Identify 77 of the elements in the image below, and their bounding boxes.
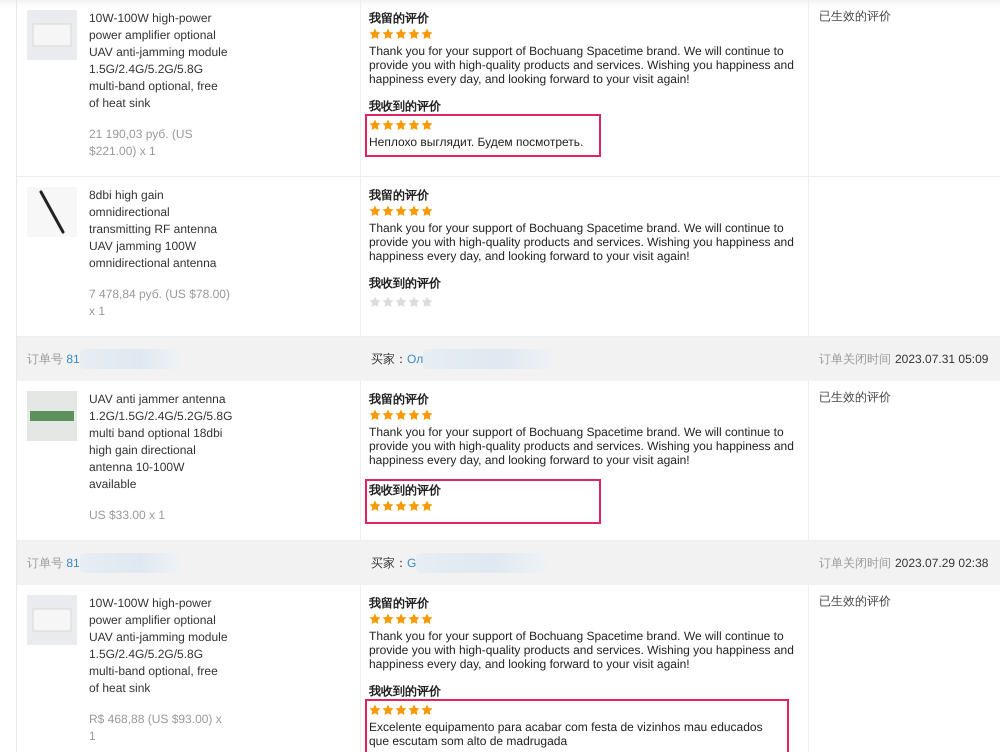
close-time-label: 订单关闭时间 bbox=[819, 350, 891, 368]
product-name[interactable]: 8dbi high gain omnidirectional transmitting RF antenna UAV jamming 100W omnidirectional antenna bbox=[89, 187, 231, 272]
star-icon bbox=[408, 500, 420, 512]
star-icon bbox=[408, 296, 420, 308]
star-icon bbox=[408, 613, 420, 625]
star-icon bbox=[382, 28, 394, 40]
star-icon bbox=[382, 296, 394, 308]
star-icon bbox=[382, 613, 394, 625]
product-photo bbox=[27, 187, 77, 237]
product-price: 21 190,03 руб. (US $221.00) x 1 bbox=[89, 126, 194, 160]
review-text: Thank you for your support of Bochuang Spacetime brand. We will continue to provide you with high-quality products and services. Wishing you happiness and happiness every day, and looking forward to your visit again! bbox=[369, 44, 795, 86]
close-time-label: 订单关闭时间 bbox=[819, 554, 891, 572]
star-icon bbox=[421, 205, 433, 217]
product-photo bbox=[27, 391, 77, 441]
product-photo bbox=[27, 10, 77, 60]
star-icon bbox=[408, 409, 420, 421]
product-name[interactable]: 10W-100W high-power power amplifier optional UAV anti-jamming module 1.5G/2.4G/5.2G/5.8G multi-band optional, free of heat sink bbox=[89, 10, 231, 112]
star-icon bbox=[395, 28, 407, 40]
section-title: 我收到的评价 bbox=[369, 683, 442, 699]
star-icon bbox=[395, 500, 407, 512]
review-text: Thank you for your support of Bochuang Spacetime brand. We will continue to provide you with high-quality products and services. Wishing you happiness and happiness every day, and looking forward to your visit again! bbox=[369, 221, 795, 263]
buyer-label: 买家： bbox=[371, 554, 407, 572]
product-name[interactable]: 10W-100W high-power power amplifier optional UAV anti-jamming module 1.5G/2.4G/5.2G/5.8G multi-band optional, free of heat sink bbox=[89, 595, 231, 697]
product-name[interactable]: UAV anti jammer antenna 1.2G/1.5G/2.4G/5.2G/5.8G multi band optional 18dbi high gain directional antenna 10-100W available bbox=[89, 391, 231, 493]
star-icon bbox=[369, 704, 381, 716]
close-time: 2023.07.29 02:38 bbox=[895, 556, 988, 570]
product-price: R$ 468,88 (US $93.00) x 1 bbox=[89, 711, 223, 745]
star-icon bbox=[421, 119, 433, 131]
star-icon bbox=[382, 409, 394, 421]
star-icon bbox=[421, 409, 433, 421]
section-title: 我收到的评价 bbox=[369, 482, 442, 498]
star-icon bbox=[369, 500, 381, 512]
star-icon bbox=[369, 613, 381, 625]
section-title: 我留的评价 bbox=[369, 595, 430, 611]
section-title: 我留的评价 bbox=[369, 187, 430, 203]
section-title: 我留的评价 bbox=[369, 10, 430, 26]
star-icon bbox=[421, 296, 433, 308]
star-icon bbox=[408, 28, 420, 40]
star-icon bbox=[395, 296, 407, 308]
star-icon bbox=[369, 296, 381, 308]
star-icon bbox=[382, 119, 394, 131]
star-icon bbox=[395, 409, 407, 421]
star-icon bbox=[369, 119, 381, 131]
close-time: 2023.07.31 05:09 bbox=[895, 352, 988, 366]
star-icon bbox=[408, 704, 420, 716]
star-icon bbox=[382, 500, 394, 512]
star-icon bbox=[395, 613, 407, 625]
section-title: 我收到的评价 bbox=[369, 275, 442, 291]
star-icon bbox=[408, 119, 420, 131]
section-title: 我收到的评价 bbox=[369, 98, 442, 114]
review-text: Thank you for your support of Bochuang Spacetime brand. We will continue to provide you with high-quality products and services. Wishing you happiness and happiness every day, and looking forward to your visit again! bbox=[369, 629, 795, 671]
review-status: 已生效的评价 bbox=[819, 390, 891, 404]
star-icon bbox=[382, 704, 394, 716]
buyer-label: 买家： bbox=[371, 350, 407, 368]
star-icon bbox=[421, 28, 433, 40]
product-photo bbox=[27, 595, 77, 645]
review-text: Неплохо выглядит. Будем посмотреть. bbox=[369, 135, 584, 149]
star-icon bbox=[421, 500, 433, 512]
review-text: Excelente equipamento para acabar com festa de vizinhos mau educados que escutam som alto de madrugada bbox=[369, 720, 764, 748]
order-number-label: 订单号 bbox=[27, 350, 63, 368]
review-status: 已生效的评价 bbox=[819, 9, 891, 23]
star-icon bbox=[382, 205, 394, 217]
section-title: 我留的评价 bbox=[369, 391, 430, 407]
star-icon bbox=[369, 205, 381, 217]
review-status: 已生效的评价 bbox=[819, 594, 891, 608]
star-icon bbox=[421, 613, 433, 625]
star-icon bbox=[369, 28, 381, 40]
product-price: US $33.00 x 1 bbox=[89, 507, 166, 524]
star-icon bbox=[395, 119, 407, 131]
star-icon bbox=[369, 409, 381, 421]
star-icon bbox=[408, 205, 420, 217]
star-icon bbox=[395, 205, 407, 217]
star-icon bbox=[395, 704, 407, 716]
star-icon bbox=[421, 704, 433, 716]
product-price: 7 478,84 руб. (US $78.00) x 1 bbox=[89, 286, 231, 320]
order-number-label: 订单号 bbox=[27, 554, 63, 572]
review-text: Thank you for your support of Bochuang Spacetime brand. We will continue to provide you with high-quality products and services. Wishing you happiness and happiness every day, and looking forward to your visit again! bbox=[369, 425, 795, 467]
